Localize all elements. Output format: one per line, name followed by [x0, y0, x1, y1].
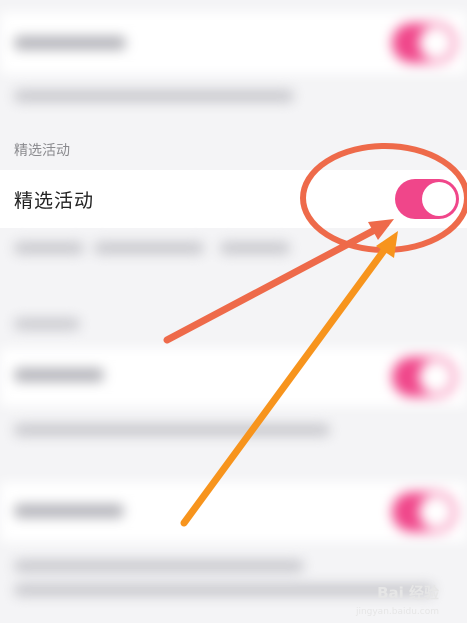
- watermark-text: Bai 经验: [377, 584, 439, 602]
- watermark-url: jingyan.baidu.com: [355, 607, 439, 617]
- annotation-overlay: [163, 143, 467, 527]
- arrow-1: [163, 220, 390, 344]
- highlight-ellipse: [300, 143, 467, 253]
- arrow-2: [180, 241, 392, 527]
